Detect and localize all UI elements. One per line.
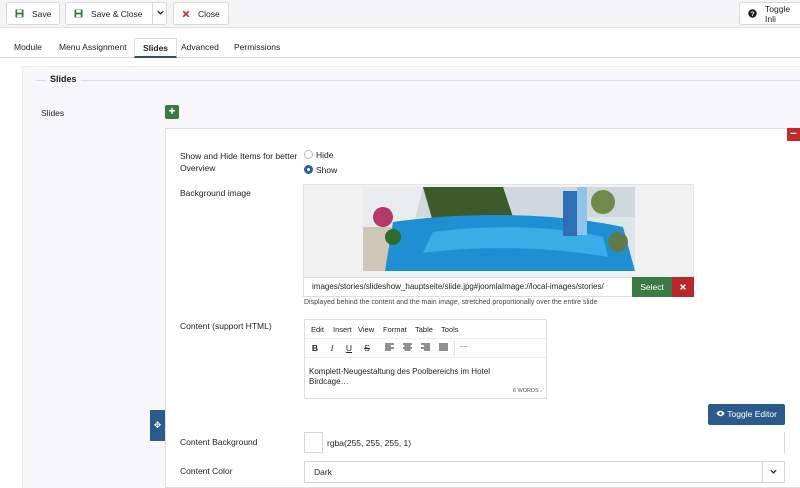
fieldset-legend: Slides xyxy=(46,74,81,84)
minus-icon: − xyxy=(790,128,797,140)
menu-insert[interactable]: Insert xyxy=(333,325,352,334)
align-justify-icon[interactable] xyxy=(437,343,449,353)
menu-table[interactable]: Table xyxy=(415,325,433,334)
image-path-field[interactable]: images/stories/slideshow_hauptseite/slid… xyxy=(303,277,633,297)
chevron-down-icon[interactable] xyxy=(156,8,165,19)
bold-icon[interactable]: B xyxy=(309,343,321,353)
editor-content-text[interactable]: Komplett-Neugestaltung des Poolbereichs … xyxy=(309,367,524,387)
eye-icon xyxy=(716,409,727,419)
underline-icon[interactable]: U xyxy=(343,343,355,353)
tab-advanced[interactable]: Advanced xyxy=(173,38,227,58)
background-image-preview xyxy=(303,184,694,279)
radio-show[interactable] xyxy=(304,165,313,174)
content-color-label: Content Color xyxy=(180,466,233,476)
align-right-icon[interactable] xyxy=(419,343,431,353)
editor-format-toolbar: B I U S ··· xyxy=(305,339,546,358)
color-swatch[interactable] xyxy=(304,432,323,453)
chevron-down-icon xyxy=(762,462,784,482)
show-hide-label: Show and Hide Items for better Overview xyxy=(180,151,298,173)
content-color-select[interactable]: Dark xyxy=(304,461,785,483)
plus-icon: + xyxy=(168,104,176,118)
image-path-value: images/stories/slideshow_hauptseite/slid… xyxy=(312,282,604,291)
save-icon xyxy=(74,9,83,18)
pool-photo xyxy=(363,187,635,271)
background-image-label: Background image xyxy=(180,188,251,198)
toggle-inline-help-button[interactable]: ? Toggle Inli xyxy=(739,2,800,25)
tab-label: Permissions xyxy=(234,42,281,52)
drag-handle[interactable]: ✥ xyxy=(150,410,165,441)
slides-field-label: Slides xyxy=(41,108,65,118)
clear-image-button[interactable] xyxy=(672,277,694,297)
word-count: 6 WORDS ⟋ xyxy=(512,388,544,394)
select-image-button[interactable]: Select xyxy=(632,277,672,297)
save-close-label: Save & Close xyxy=(91,8,143,19)
toolbar: Save Save & Close Close ? Toggle Inli xyxy=(0,0,800,28)
menu-view[interactable]: View xyxy=(358,325,374,334)
tab-module[interactable]: Module xyxy=(6,38,50,58)
tab-menu-assignment[interactable]: Menu Assignment xyxy=(51,38,135,58)
close-label: Close xyxy=(198,8,220,19)
save-label: Save xyxy=(32,8,52,19)
close-button[interactable]: Close xyxy=(173,2,229,25)
radio-show-label: Show xyxy=(316,165,338,175)
tab-permissions[interactable]: Permissions xyxy=(226,38,288,58)
save-button[interactable]: Save xyxy=(6,2,60,25)
content-background-label: Content Background xyxy=(180,437,258,447)
editor-menubar: Edit Insert View Format Table Tools xyxy=(305,320,546,339)
content-background-value: rgba(255, 255, 255, 1) xyxy=(327,438,412,448)
toggle-editor-button[interactable]: Toggle Editor xyxy=(708,404,785,425)
menu-edit[interactable]: Edit xyxy=(311,325,324,334)
content-editor[interactable]: Edit Insert View Format Table Tools B I … xyxy=(304,319,547,399)
menu-format[interactable]: Format xyxy=(383,325,407,334)
italic-icon[interactable]: I xyxy=(326,343,338,353)
remove-slide-button[interactable]: − xyxy=(787,128,800,141)
tab-slides[interactable]: Slides xyxy=(134,38,178,58)
tab-label: Slides xyxy=(143,43,169,53)
content-color-value: Dark xyxy=(314,467,332,477)
question-circle-icon: ? xyxy=(748,9,757,18)
tab-label: Advanced xyxy=(181,42,219,52)
radio-hide[interactable] xyxy=(304,150,313,159)
align-center-icon[interactable] xyxy=(401,343,413,353)
background-image-help: Displayed behind the content and the mai… xyxy=(304,299,598,306)
more-icon[interactable]: ··· xyxy=(458,341,470,351)
word-count-text: 6 WORDS xyxy=(512,388,539,394)
tab-bar: Module Menu Assignment Slides Advanced P… xyxy=(0,38,800,58)
menu-tools[interactable]: Tools xyxy=(441,325,459,334)
strikethrough-icon[interactable]: S xyxy=(361,343,373,353)
save-icon xyxy=(15,9,24,18)
fieldset-divider xyxy=(36,80,800,81)
align-left-icon[interactable] xyxy=(383,343,395,353)
tab-label: Module xyxy=(14,42,42,52)
times-icon xyxy=(680,284,686,290)
save-close-button[interactable]: Save & Close xyxy=(65,2,167,25)
add-slide-button[interactable]: + xyxy=(165,105,179,119)
toggle-inline-help-label: Toggle Inli xyxy=(765,3,791,24)
close-icon xyxy=(182,10,190,18)
toggle-editor-label: Toggle Editor xyxy=(727,409,777,419)
radio-hide-label: Hide xyxy=(316,150,334,160)
svg-text:?: ? xyxy=(751,11,755,18)
tab-label: Menu Assignment xyxy=(59,42,127,52)
move-icon: ✥ xyxy=(153,420,162,430)
content-label: Content (support HTML) xyxy=(180,321,272,331)
